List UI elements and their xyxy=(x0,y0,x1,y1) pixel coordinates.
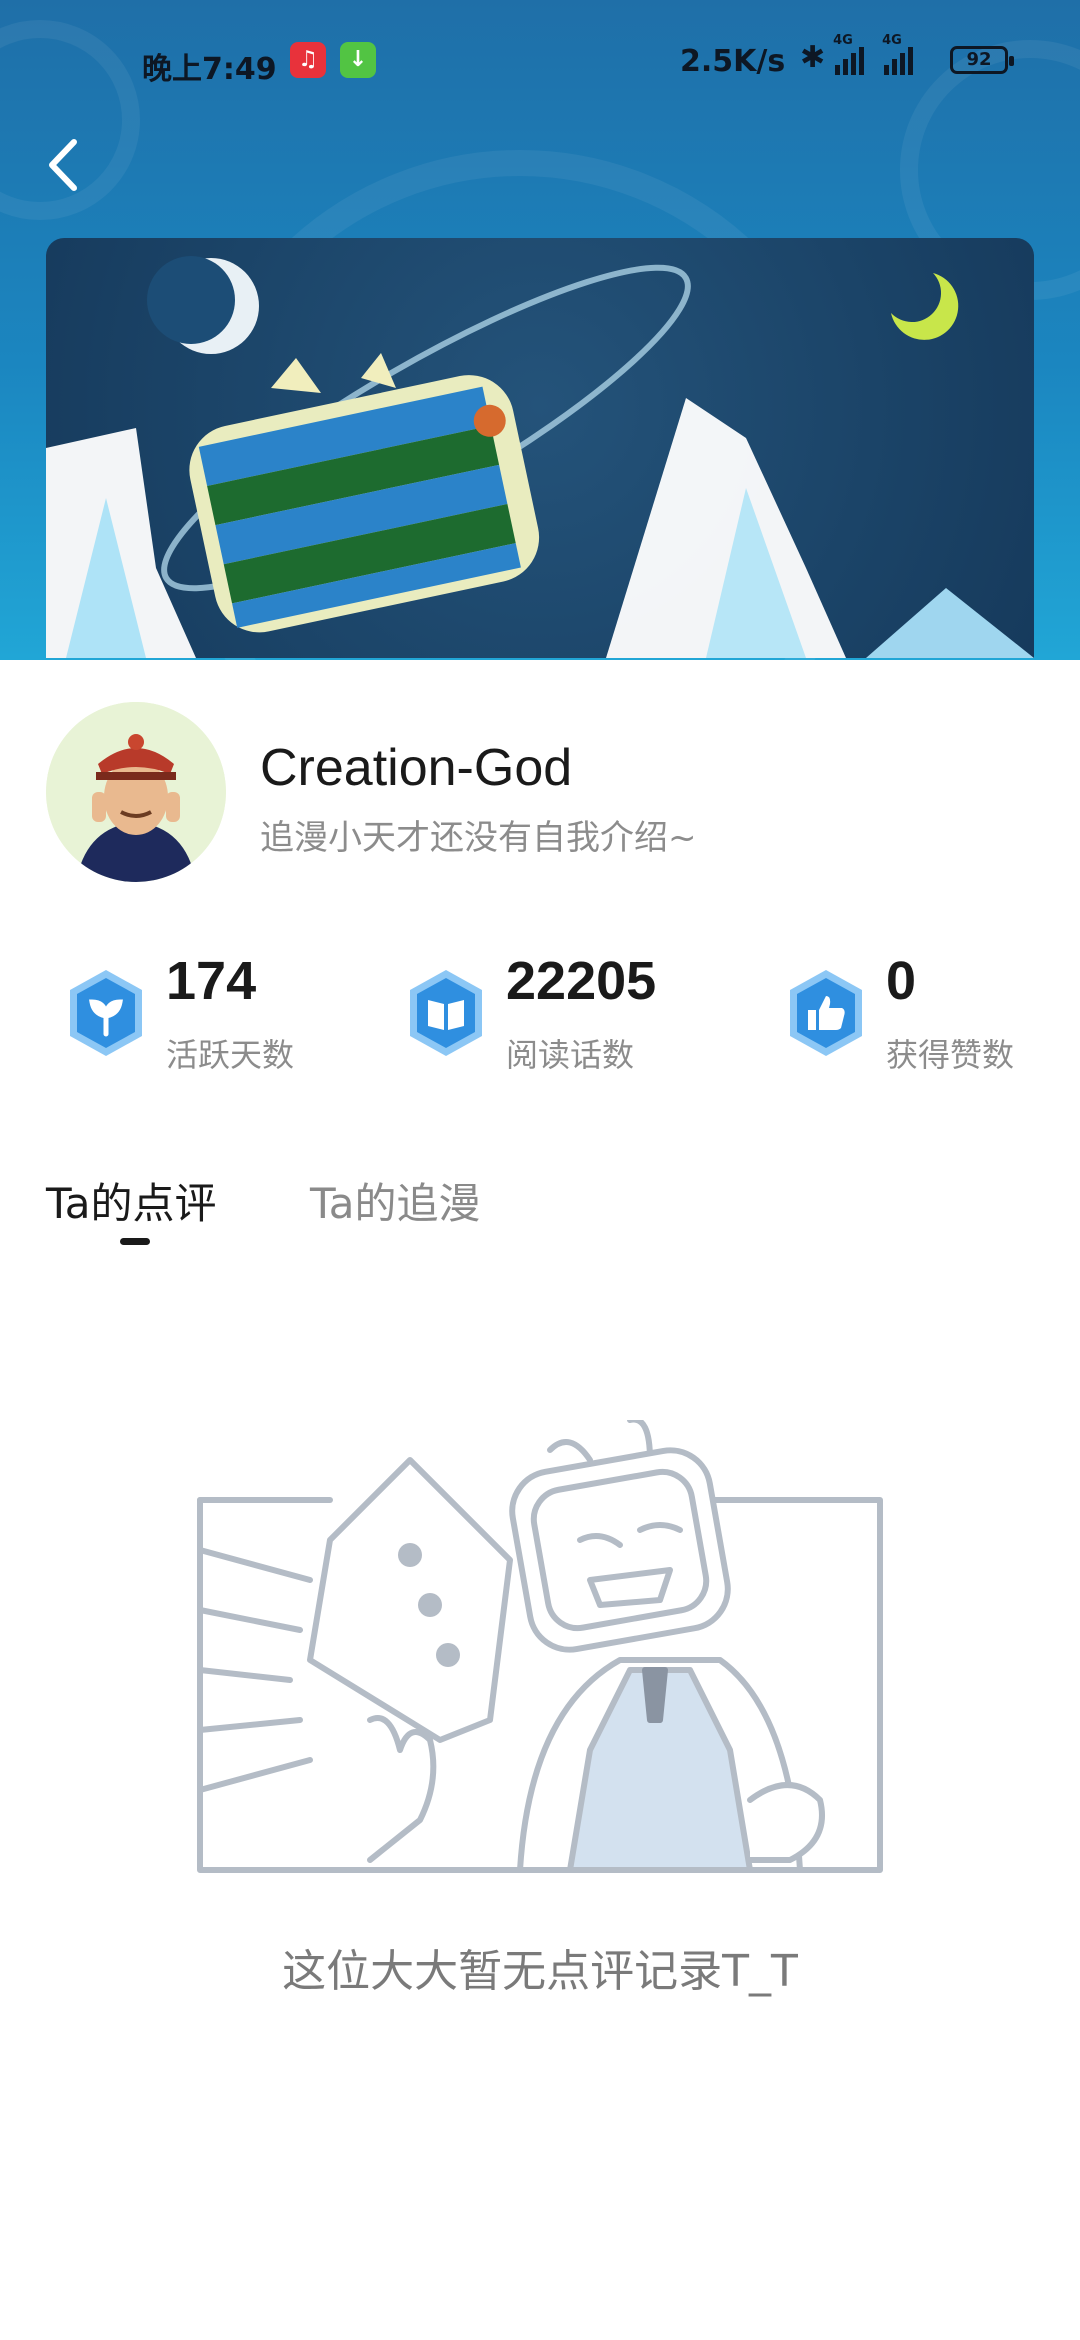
signal-icon: 4G xyxy=(833,33,865,75)
empty-state-message: 这位大大暂无点评记录T_T xyxy=(282,1946,798,1997)
banner-image xyxy=(46,238,1034,658)
battery-icon: 92 xyxy=(950,46,1014,74)
stat-value: 0 xyxy=(886,951,917,1011)
back-button[interactable] xyxy=(40,130,90,200)
avatar[interactable] xyxy=(46,702,226,882)
status-bar: 晚上7:49 ♫ ↓ 2.5K/s ✱ 4G 4G 92 xyxy=(0,30,1080,94)
network-type-label-2: 4G xyxy=(882,32,902,48)
signal-icon-2: 4G xyxy=(882,33,914,75)
netease-music-icon: ♫ xyxy=(290,42,326,78)
sprout-icon xyxy=(70,970,142,1056)
stat-label: 获得赞数 xyxy=(886,1036,1015,1074)
header-background: 晚上7:49 ♫ ↓ 2.5K/s ✱ 4G 4G 92 xyxy=(0,0,1080,660)
stat-label: 活跃天数 xyxy=(166,1036,295,1074)
profile-section: Creation-God 追漫小天才还没有自我介绍~ 174 活跃天数 2220… xyxy=(0,660,1080,2340)
stats-row: 174 活跃天数 22205 阅读话数 0 获得赞数 xyxy=(0,950,1080,1080)
chevron-left-icon xyxy=(49,139,77,191)
network-speed: 2.5K/s xyxy=(680,44,786,79)
status-time: 晚上7:49 xyxy=(142,52,277,87)
bluetooth-icon: ✱ xyxy=(800,40,826,75)
empty-state-illustration xyxy=(190,1416,900,1920)
book-icon xyxy=(410,970,482,1056)
download-icon: ↓ xyxy=(340,42,376,78)
network-type-label: 4G xyxy=(833,32,853,48)
username: Creation-God xyxy=(260,739,573,797)
tab-indicator xyxy=(120,1238,150,1245)
status-icons: ✱ 4G 4G xyxy=(800,33,914,75)
stat-label: 阅读话数 xyxy=(506,1036,635,1074)
user-bio: 追漫小天才还没有自我介绍~ xyxy=(260,818,697,858)
stat-value: 22205 xyxy=(506,951,657,1011)
tab-following[interactable]: Ta的追漫 xyxy=(310,1170,480,1231)
tab-reviews[interactable]: Ta的点评 xyxy=(46,1170,216,1231)
stat-value: 174 xyxy=(166,951,257,1011)
thumbs-up-icon xyxy=(790,970,862,1056)
